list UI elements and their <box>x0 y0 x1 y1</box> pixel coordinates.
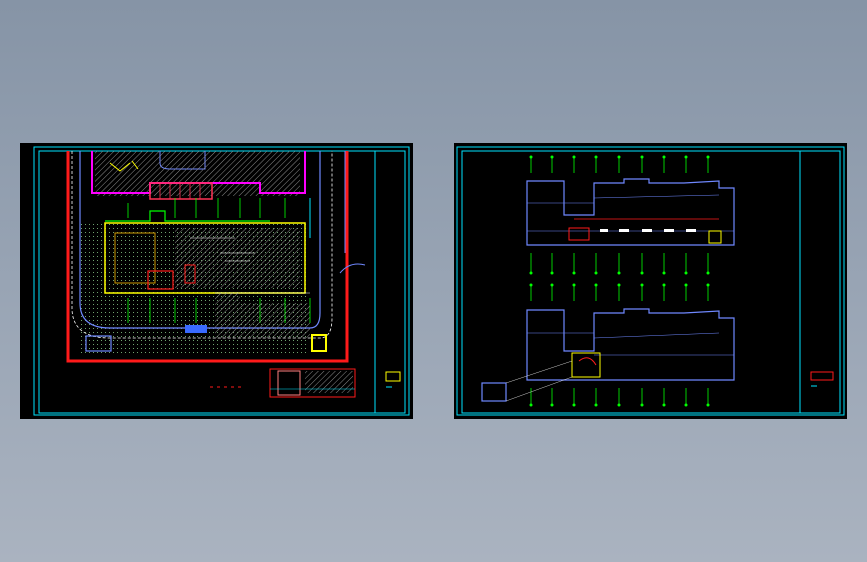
title-block-stamp <box>810 371 834 381</box>
column-grid-upper <box>530 157 709 273</box>
elevations-drawing <box>456 146 845 416</box>
hatched-zone-top <box>95 151 300 196</box>
elevation-upper <box>526 178 735 246</box>
column-grid-lower <box>530 285 709 405</box>
key-plan-box <box>481 382 507 402</box>
stairs <box>185 325 207 333</box>
building-hatch <box>175 228 300 288</box>
elevation-lower <box>526 308 735 381</box>
outer-frame <box>456 146 845 416</box>
plaza-hatch <box>215 293 240 338</box>
inner-frame <box>461 150 841 414</box>
drawing-sheet-elevations[interactable] <box>454 143 847 419</box>
title-block-stamp <box>385 371 401 382</box>
drawing-sheet-site-plan[interactable] <box>20 143 413 419</box>
site-plan-drawing <box>33 146 410 416</box>
